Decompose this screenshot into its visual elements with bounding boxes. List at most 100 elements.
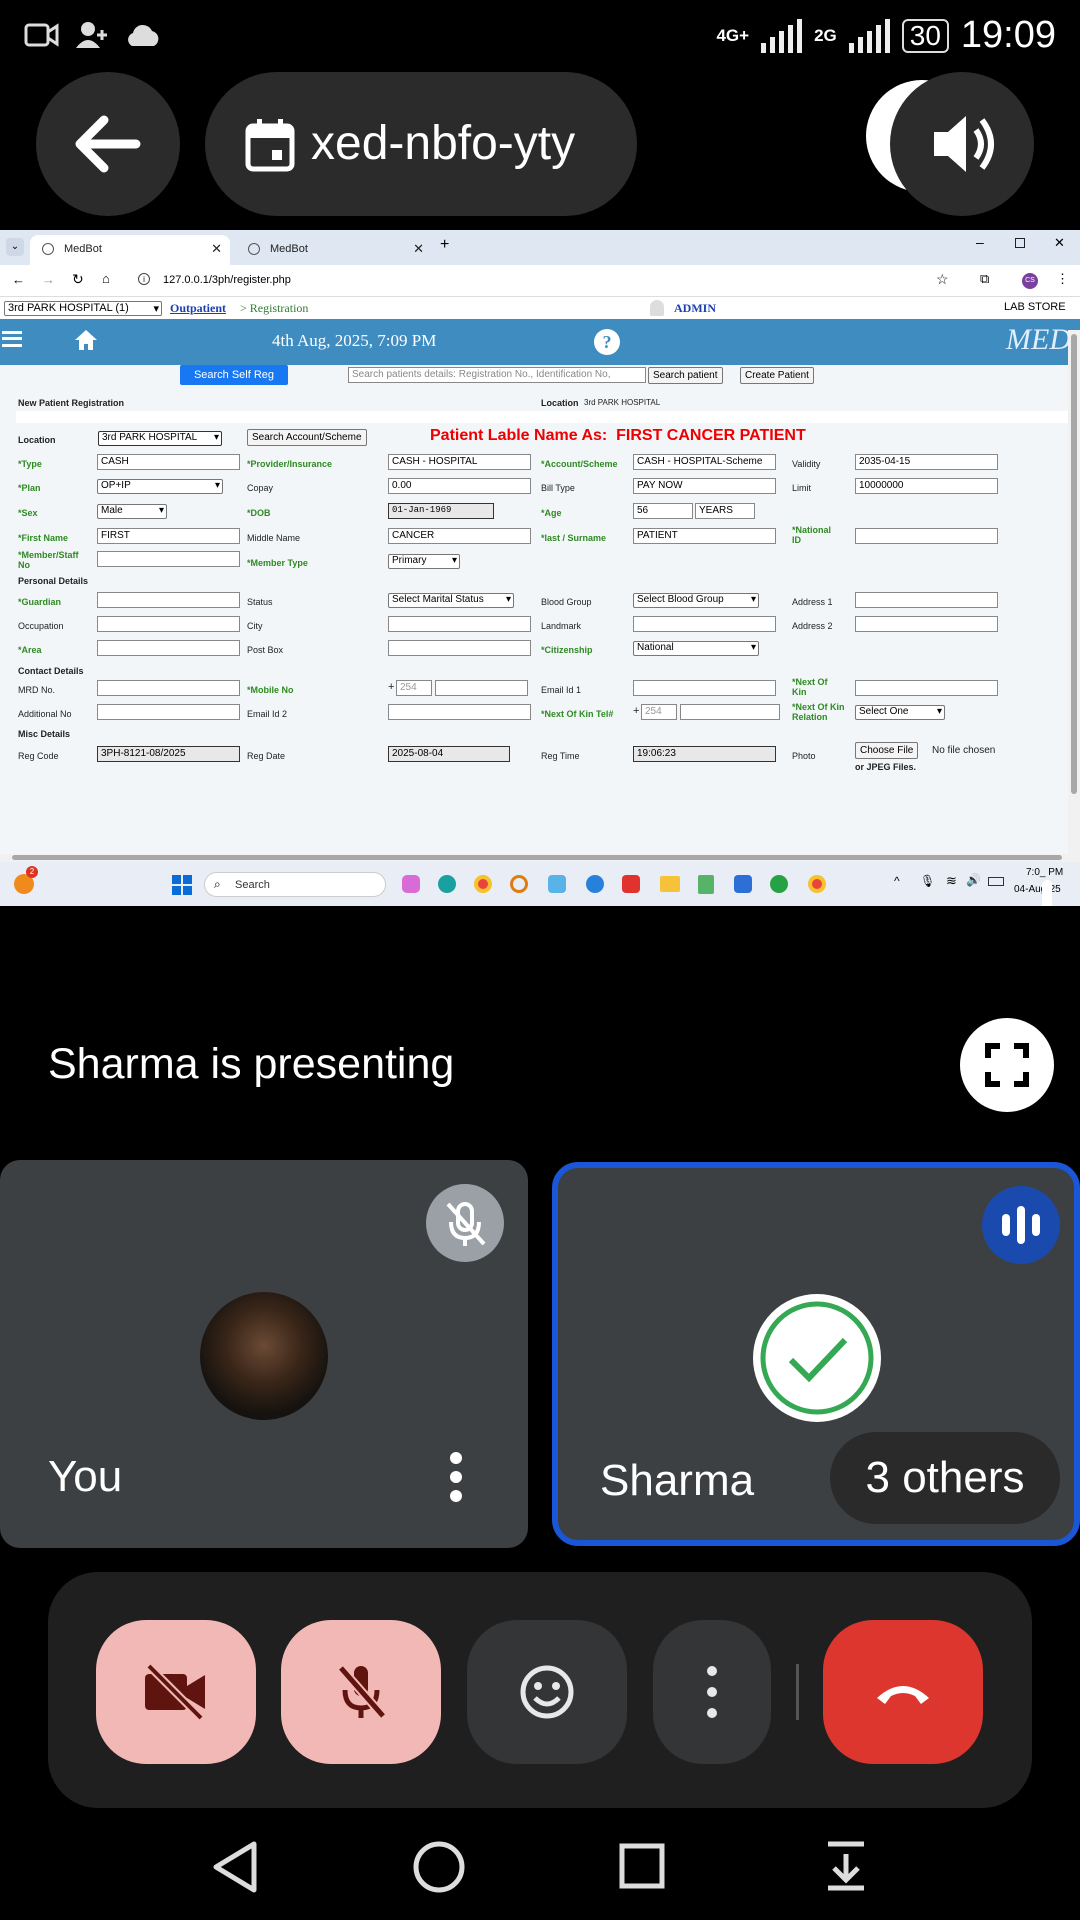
- citizenship-select[interactable]: National: [633, 641, 759, 656]
- dob-field[interactable]: 01-Jan-1969: [388, 503, 494, 519]
- nav-recents-icon[interactable]: [618, 1842, 666, 1890]
- tab-medbot-1[interactable]: MedBot ✕: [30, 235, 230, 265]
- mobile-prefix-field[interactable]: 254: [396, 680, 432, 696]
- home-icon[interactable]: ⌂: [102, 271, 110, 286]
- file-explorer-icon[interactable]: [660, 876, 680, 892]
- new-tab-icon[interactable]: +: [440, 236, 449, 254]
- minimize-icon[interactable]: –: [976, 234, 984, 250]
- age-field[interactable]: 56: [633, 503, 693, 519]
- hamburger-menu-icon[interactable]: [2, 331, 22, 347]
- search-app-icon[interactable]: [510, 875, 528, 893]
- national-id-field[interactable]: [855, 528, 998, 544]
- close-window-icon[interactable]: ✕: [1054, 235, 1065, 251]
- others-chip[interactable]: 3 others: [830, 1432, 1060, 1524]
- microphone-icon[interactable]: 🎙: [920, 874, 935, 888]
- more-options-icon[interactable]: [438, 1450, 474, 1504]
- hospital-select[interactable]: 3rd PARK HOSPITAL (1): [4, 301, 162, 316]
- restore-icon[interactable]: [1015, 238, 1025, 248]
- validity-field[interactable]: 2035-04-15: [855, 454, 998, 470]
- tab-list-icon[interactable]: ⌄: [6, 238, 24, 256]
- camera-off-button[interactable]: [96, 1620, 256, 1764]
- sex-select[interactable]: Male: [97, 504, 167, 519]
- whatsapp-icon[interactable]: [770, 875, 788, 893]
- address2-field[interactable]: [855, 616, 998, 632]
- wifi-icon[interactable]: ≋: [946, 873, 957, 889]
- windows-start-icon[interactable]: [172, 875, 192, 895]
- billtype-field[interactable]: PAY NOW: [633, 478, 776, 494]
- guardian-field[interactable]: [97, 592, 240, 608]
- sharma-tile[interactable]: Sharma 3 others: [552, 1162, 1080, 1546]
- nok-rel-select[interactable]: Select One: [855, 705, 945, 720]
- profile-avatar[interactable]: CS: [1022, 273, 1038, 289]
- app-icon-6[interactable]: [586, 875, 604, 893]
- battery-tray-icon[interactable]: [988, 877, 1004, 886]
- home-nav-icon[interactable]: [74, 329, 98, 351]
- lastname-field[interactable]: PATIENT: [633, 528, 776, 544]
- extensions-icon[interactable]: ⧉: [980, 271, 989, 287]
- middlename-field[interactable]: CANCER: [388, 528, 531, 544]
- occupation-field[interactable]: [97, 616, 240, 632]
- city-field[interactable]: [388, 616, 531, 632]
- back-button[interactable]: [36, 72, 180, 216]
- url-field[interactable]: 127.0.0.1/3ph/register.php: [163, 274, 291, 286]
- nav-back-icon[interactable]: [210, 1840, 260, 1894]
- search-account-button[interactable]: Search Account/Scheme: [247, 429, 367, 446]
- account-field[interactable]: CASH - HOSPITAL-Scheme: [633, 454, 776, 470]
- choose-file-button[interactable]: Choose File: [855, 742, 919, 759]
- wps-icon[interactable]: [622, 875, 640, 893]
- mrd-field[interactable]: [97, 680, 240, 696]
- star-icon[interactable]: ☆: [936, 271, 949, 288]
- copay-field[interactable]: 0.00: [388, 478, 531, 494]
- nav-home-icon[interactable]: [412, 1840, 466, 1894]
- chrome-icon[interactable]: [474, 875, 492, 893]
- speaker-button[interactable]: [890, 72, 1034, 216]
- landmark-field[interactable]: [633, 616, 776, 632]
- notepad-icon[interactable]: [698, 875, 714, 894]
- volume-tray-icon[interactable]: 🔊: [966, 873, 981, 887]
- app-icon-5[interactable]: [548, 875, 566, 893]
- close-icon[interactable]: ✕: [211, 241, 222, 257]
- reload-icon[interactable]: ↻: [72, 271, 84, 288]
- patient-search-input[interactable]: Search patients details: Registration No…: [348, 367, 646, 383]
- age-unit-field[interactable]: YEARS: [695, 503, 755, 519]
- create-patient-button[interactable]: Create Patient: [740, 367, 814, 384]
- postbox-field[interactable]: [388, 640, 531, 656]
- horizontal-scrollbar[interactable]: [0, 854, 1068, 862]
- search-patient-button[interactable]: Search patient: [648, 367, 723, 384]
- admin-link[interactable]: ADMIN: [674, 301, 716, 316]
- taskbar-search-box[interactable]: ⌕ Search: [204, 872, 386, 897]
- lab-store[interactable]: LAB STORE: [1004, 301, 1066, 313]
- nok-tel-field[interactable]: [680, 704, 780, 720]
- forward-nav-icon[interactable]: →: [42, 272, 55, 287]
- chrome-profile-icon[interactable]: [808, 875, 826, 893]
- search-self-reg-button[interactable]: Search Self Reg: [180, 365, 288, 385]
- fullscreen-button[interactable]: [960, 1018, 1054, 1112]
- nok-tel-prefix-field[interactable]: 254: [641, 704, 677, 720]
- taskbar-time[interactable]: 7:0_ PM: [1026, 867, 1063, 878]
- bloodgroup-select[interactable]: Select Blood Group: [633, 593, 759, 608]
- more-button[interactable]: [653, 1620, 771, 1764]
- email2-field[interactable]: [388, 704, 531, 720]
- self-tile[interactable]: You: [0, 1160, 528, 1548]
- help-icon[interactable]: ?: [594, 329, 620, 355]
- edge-icon[interactable]: [438, 875, 456, 893]
- type-field[interactable]: CASH: [97, 454, 240, 470]
- email1-field[interactable]: [633, 680, 776, 696]
- member-field[interactable]: [97, 551, 240, 567]
- nok-field[interactable]: [855, 680, 998, 696]
- outpatient-link[interactable]: Outpatient: [170, 301, 226, 316]
- provider-field[interactable]: CASH - HOSPITAL: [388, 454, 531, 470]
- additional-field[interactable]: [97, 704, 240, 720]
- tray-chevron-icon[interactable]: ^: [894, 874, 900, 888]
- meeting-info-chip[interactable]: xed-nbfo-yty: [205, 72, 637, 216]
- limit-field[interactable]: 10000000: [855, 478, 998, 494]
- membertype-select[interactable]: Primary: [388, 554, 460, 569]
- close-icon[interactable]: ✕: [413, 241, 424, 257]
- leave-call-button[interactable]: [823, 1620, 983, 1764]
- taskbar-date[interactable]: 04-Aug-25: [1014, 884, 1061, 895]
- location-select[interactable]: 3rd PARK HOSPITAL: [98, 431, 222, 446]
- address1-field[interactable]: [855, 592, 998, 608]
- page-scrollbar[interactable]: [1068, 330, 1080, 870]
- menu-dots-icon[interactable]: ⋮: [1056, 271, 1069, 287]
- site-info-icon[interactable]: i: [138, 273, 150, 285]
